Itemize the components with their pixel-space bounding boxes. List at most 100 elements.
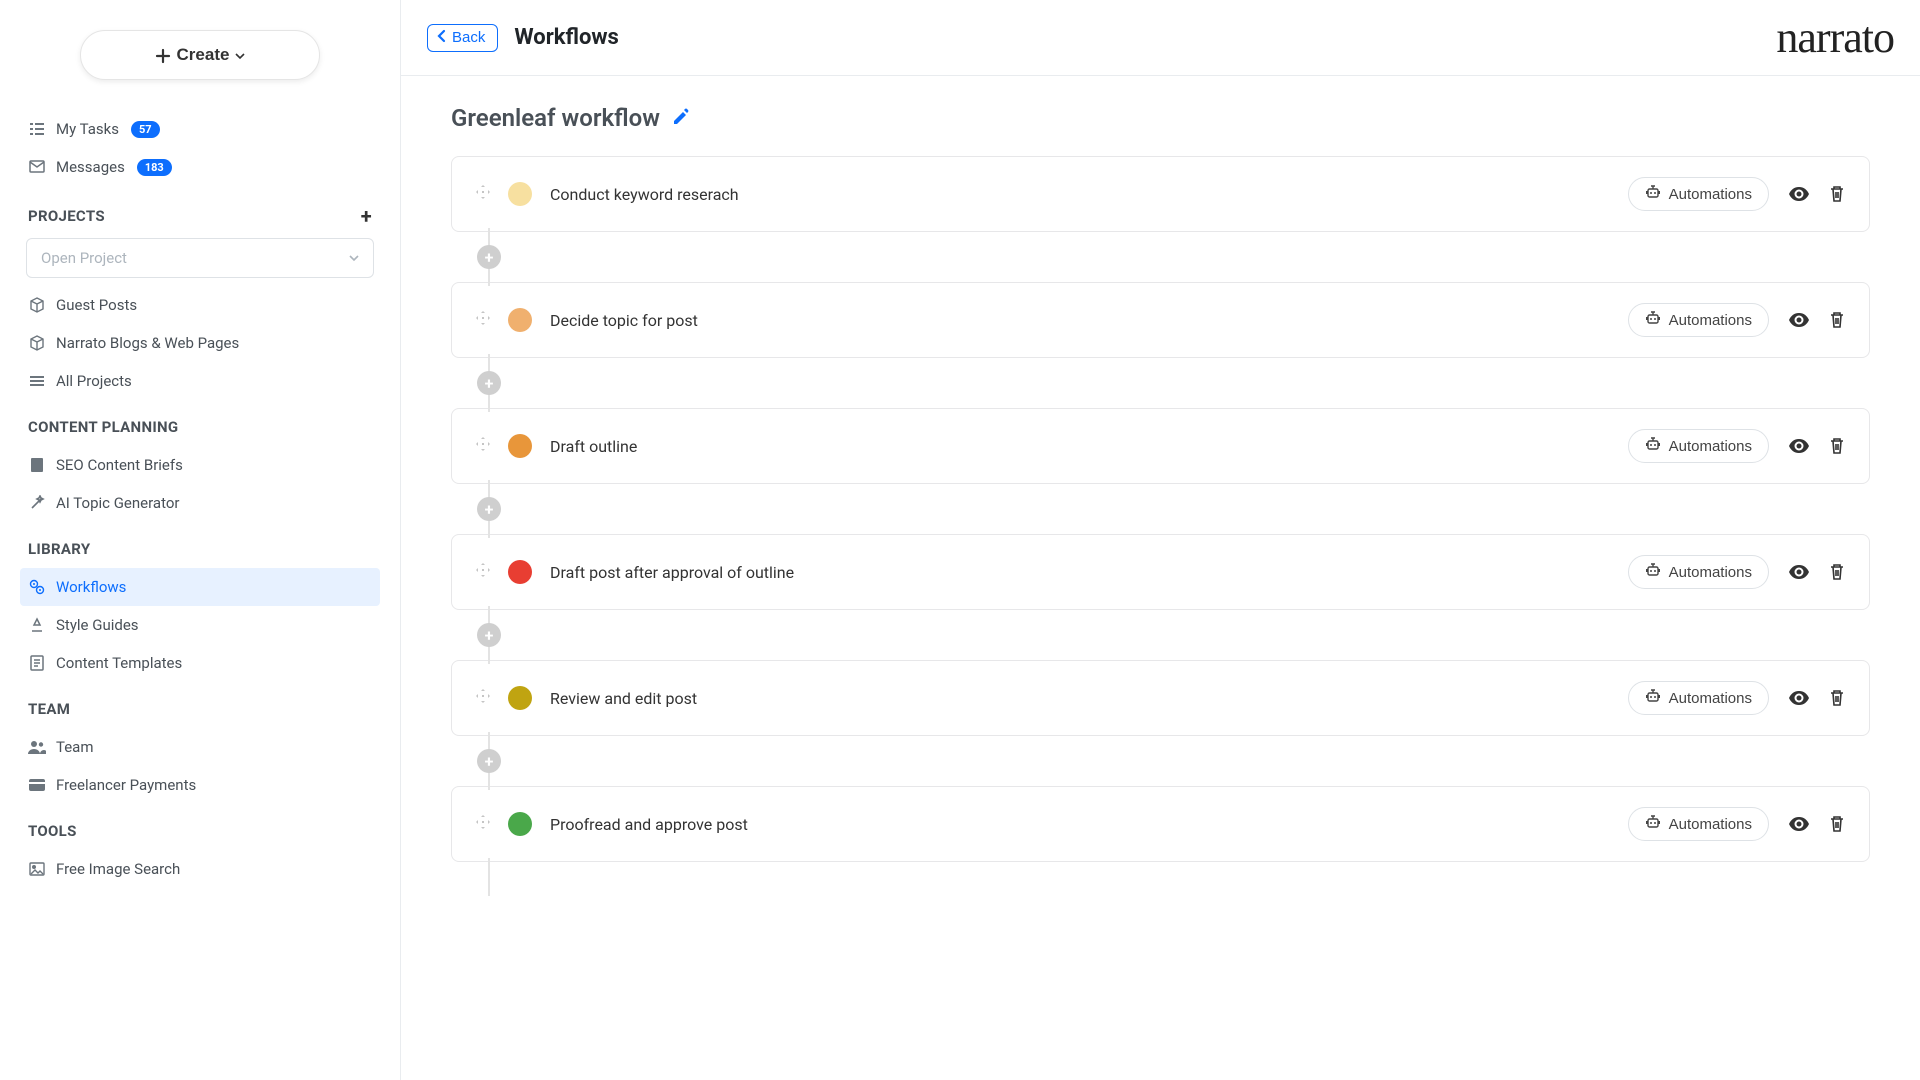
robot-icon <box>1645 436 1661 456</box>
delete-icon[interactable] <box>1829 185 1845 203</box>
delete-icon[interactable] <box>1829 437 1845 455</box>
template-icon <box>28 655 46 671</box>
box-icon <box>28 335 46 351</box>
add-step-button[interactable]: + <box>477 623 501 647</box>
sidebar-item-freelancer-payments[interactable]: Freelancer Payments <box>20 766 380 804</box>
drag-handle-icon[interactable] <box>476 185 490 203</box>
steps-container: Conduct keyword reserach Automations + Deci… <box>451 156 1870 892</box>
step-color-dot <box>508 434 532 458</box>
open-project-select[interactable]: Open Project <box>26 238 374 278</box>
step-connector: + <box>477 358 1870 408</box>
view-icon[interactable] <box>1789 187 1809 201</box>
caret-down-icon <box>349 249 359 267</box>
gears-icon <box>28 579 46 595</box>
back-button[interactable]: Back <box>427 24 498 52</box>
page-title: Workflows <box>514 25 619 50</box>
robot-icon <box>1645 562 1661 582</box>
step-color-dot <box>508 182 532 206</box>
open-project-placeholder: Open Project <box>41 249 127 267</box>
automations-label: Automations <box>1669 438 1752 455</box>
step-connector: + <box>477 484 1870 534</box>
add-step-button[interactable]: + <box>477 749 501 773</box>
drag-handle-icon[interactable] <box>476 815 490 833</box>
tools-header: TOOLS <box>20 804 380 850</box>
step-name: Conduct keyword reserach <box>550 185 739 204</box>
delete-icon[interactable] <box>1829 311 1845 329</box>
sidebar-item-seo-briefs[interactable]: SEO Content Briefs <box>20 446 380 484</box>
users-icon <box>28 740 46 754</box>
step-connector: + <box>477 610 1870 660</box>
delete-icon[interactable] <box>1829 815 1845 833</box>
robot-icon <box>1645 184 1661 204</box>
my-tasks-badge: 57 <box>131 121 160 138</box>
box-icon <box>28 297 46 313</box>
sidebar-item-workflows[interactable]: Workflows <box>20 568 380 606</box>
step-name: Draft outline <box>550 437 637 456</box>
step-name: Proofread and approve post <box>550 815 748 834</box>
automations-label: Automations <box>1669 564 1752 581</box>
sidebar-item-style-guides[interactable]: Style Guides <box>20 606 380 644</box>
create-button[interactable]: Create <box>80 30 320 80</box>
create-label: Create <box>177 45 230 65</box>
library-header: LIBRARY <box>20 522 380 568</box>
sidebar-item-narrato-blogs[interactable]: Narrato Blogs & Web Pages <box>20 324 380 362</box>
step-connector <box>477 862 1870 892</box>
view-icon[interactable] <box>1789 565 1809 579</box>
step-color-dot <box>508 812 532 836</box>
automations-button[interactable]: Automations <box>1628 303 1769 337</box>
tasks-icon <box>28 121 46 137</box>
automations-button[interactable]: Automations <box>1628 429 1769 463</box>
topbar: Back Workflows narrato <box>401 0 1920 76</box>
step-name: Review and edit post <box>550 689 697 708</box>
delete-icon[interactable] <box>1829 563 1845 581</box>
drag-handle-icon[interactable] <box>476 563 490 581</box>
drag-handle-icon[interactable] <box>476 689 490 707</box>
drag-handle-icon[interactable] <box>476 437 490 455</box>
delete-icon[interactable] <box>1829 689 1845 707</box>
add-step-button[interactable]: + <box>477 497 501 521</box>
view-icon[interactable] <box>1789 691 1809 705</box>
envelope-icon <box>28 160 46 174</box>
content-planning-header: CONTENT PLANNING <box>20 400 380 446</box>
add-step-button[interactable]: + <box>477 371 501 395</box>
drag-handle-icon[interactable] <box>476 311 490 329</box>
step-name: Decide topic for post <box>550 311 698 330</box>
brand-logo: narrato <box>1776 12 1894 63</box>
add-step-button[interactable]: + <box>477 245 501 269</box>
my-tasks-label: My Tasks <box>56 120 119 138</box>
robot-icon <box>1645 688 1661 708</box>
step-color-dot <box>508 560 532 584</box>
sidebar-item-content-templates[interactable]: Content Templates <box>20 644 380 682</box>
sidebar-item-my-tasks[interactable]: My Tasks 57 <box>20 110 380 148</box>
chevron-left-icon <box>436 29 448 47</box>
view-icon[interactable] <box>1789 313 1809 327</box>
sidebar: Create My Tasks 57 Messages 183 PROJECTS… <box>0 0 400 1080</box>
view-icon[interactable] <box>1789 439 1809 453</box>
sidebar-item-guest-posts[interactable]: Guest Posts <box>20 286 380 324</box>
card-icon <box>28 778 46 792</box>
automations-button[interactable]: Automations <box>1628 681 1769 715</box>
workflow-title: Greenleaf workflow <box>451 104 1870 132</box>
add-project-button[interactable]: + <box>361 204 372 228</box>
sidebar-item-team[interactable]: Team <box>20 728 380 766</box>
projects-header: PROJECTS + <box>20 186 380 238</box>
sidebar-item-messages[interactable]: Messages 183 <box>20 148 380 186</box>
sidebar-item-all-projects[interactable]: All Projects <box>20 362 380 400</box>
team-header: TEAM <box>20 682 380 728</box>
caret-down-icon <box>235 45 245 65</box>
list-icon <box>28 373 46 389</box>
main-content: Back Workflows narrato Greenleaf workflo… <box>400 0 1920 1080</box>
automations-button[interactable]: Automations <box>1628 807 1769 841</box>
style-icon <box>28 617 46 633</box>
robot-icon <box>1645 814 1661 834</box>
workflow-step-card: Review and edit post Automations <box>451 660 1870 736</box>
sidebar-item-ai-topic[interactable]: AI Topic Generator <box>20 484 380 522</box>
workflow-step-card: Conduct keyword reserach Automations <box>451 156 1870 232</box>
step-name: Draft post after approval of outline <box>550 563 794 582</box>
edit-icon[interactable] <box>672 104 690 132</box>
workflow-step-card: Proofread and approve post Automations <box>451 786 1870 862</box>
automations-button[interactable]: Automations <box>1628 177 1769 211</box>
sidebar-item-free-image-search[interactable]: Free Image Search <box>20 850 380 888</box>
view-icon[interactable] <box>1789 817 1809 831</box>
automations-button[interactable]: Automations <box>1628 555 1769 589</box>
